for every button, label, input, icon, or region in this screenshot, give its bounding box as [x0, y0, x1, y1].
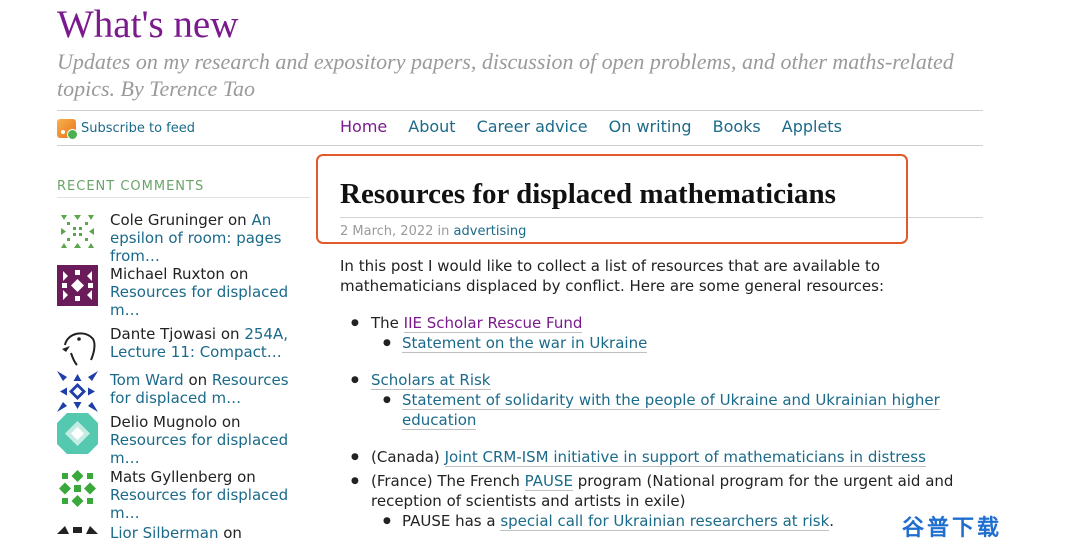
main-nav: Home About Career advice On writing Book… [340, 117, 842, 136]
list-item: The IIE Scholar Rescue Fund Statement on… [340, 313, 990, 353]
comment-on-label: on [237, 468, 256, 486]
list-item-text: . [829, 512, 835, 530]
nav-books[interactable]: Books [713, 117, 761, 136]
list-item-text: The [371, 314, 404, 332]
iie-statement-link[interactable]: Statement on the war in Ukraine [402, 334, 648, 353]
nav-applets[interactable]: Applets [782, 117, 842, 136]
list-item: (France) The French PAUSE program (Natio… [340, 471, 990, 531]
iie-scholar-rescue-link[interactable]: IIE Scholar Rescue Fund [403, 314, 583, 333]
comment-text: Tom Ward on Resources for displaced m… [110, 371, 310, 413]
watermark-logo: 谷普下载 [902, 516, 1003, 541]
site-tagline: Updates on my research and expository pa… [57, 49, 954, 101]
list-item: PAUSE has a special call for Ukrainian r… [371, 511, 990, 531]
comment-on-label: on [229, 265, 249, 283]
comment-text: Delio Mugnolo on Resources for displaced… [110, 413, 310, 468]
comment-author: Mats Gyllenberg [110, 468, 233, 486]
comment-post-link[interactable]: Resources for displaced m… [110, 431, 288, 467]
comment-on-label: on [228, 211, 247, 229]
identicon-avatar[interactable] [57, 371, 98, 412]
identicon-avatar[interactable] [57, 211, 98, 252]
identicon-avatar[interactable] [57, 413, 98, 454]
comment-text: Cole Gruninger on An epsilon of room: pa… [110, 211, 310, 265]
comment-text: Michael Ruxton on Resources for displace… [110, 265, 310, 325]
pause-link[interactable]: PAUSE [524, 472, 573, 491]
crm-ism-link[interactable]: Joint CRM-ISM initiative in support of m… [444, 448, 926, 467]
comment-item: Tom Ward on Resources for displaced m… [57, 371, 312, 413]
list-item: Statement of solidarity with the people … [371, 390, 990, 430]
comment-author: Michael Ruxton [110, 265, 225, 283]
post-intro: In this post I would like to collect a l… [340, 257, 884, 295]
list-item-text: PAUSE has a [402, 512, 501, 530]
comment-item: Dante Tjowasi on 254A, Lecture 11: Compa… [57, 325, 312, 371]
sar-statement-link[interactable]: Statement of solidarity with the people … [402, 391, 940, 430]
comment-item: Lior Silberman on [57, 524, 312, 548]
comment-author-link[interactable]: Tom Ward [110, 371, 184, 389]
nav-divider [57, 145, 983, 146]
list-item: Scholars at Risk Statement of solidarity… [340, 370, 990, 430]
resource-list: The IIE Scholar Rescue Fund Statement on… [340, 313, 990, 531]
rss-feed-icon [57, 119, 78, 140]
nav-on-writing[interactable]: On writing [609, 117, 692, 136]
comment-author: Cole Gruninger [110, 211, 224, 229]
comment-author-link[interactable]: Lior Silberman [110, 524, 218, 542]
comment-on-label: on [221, 413, 241, 431]
recent-comments-divider [57, 197, 310, 198]
comment-on-label: on [188, 371, 208, 389]
penguin-avatar[interactable] [57, 325, 98, 366]
comment-text: Mats Gyllenberg on Resources for displac… [110, 468, 310, 524]
nav-home[interactable]: Home [340, 117, 387, 136]
nav-career-advice[interactable]: Career advice [477, 117, 588, 136]
identicon-avatar[interactable] [57, 468, 98, 509]
site-title[interactable]: What's new [57, 2, 238, 47]
identicon-avatar[interactable] [57, 265, 98, 306]
comment-text: Dante Tjowasi on 254A, Lecture 11: Compa… [110, 325, 310, 371]
comment-on-label: on [220, 325, 240, 343]
comment-item: Delio Mugnolo on Resources for displaced… [57, 413, 312, 468]
list-item: Statement on the war in Ukraine [371, 333, 990, 353]
pause-special-call-link[interactable]: special call for Ukrainian researchers a… [500, 512, 830, 531]
post-content: In this post I would like to collect a l… [340, 256, 990, 548]
comment-item: Mats Gyllenberg on Resources for displac… [57, 468, 312, 524]
comment-post-link[interactable]: Resources for displaced m… [110, 486, 288, 522]
comment-post-link[interactable]: Resources for displaced m… [110, 283, 288, 319]
subscribe-feed-label: Subscribe to feed [81, 121, 196, 136]
comment-text: Lior Silberman on [110, 524, 310, 548]
comment-author: Dante Tjowasi [110, 325, 217, 343]
comment-on-label: on [223, 524, 242, 542]
header-divider [57, 110, 983, 111]
recent-comments-list: Cole Gruninger on An epsilon of room: pa… [57, 211, 312, 548]
list-item-text: (Canada) [371, 448, 445, 466]
recent-comments-heading: RECENT COMMENTS [57, 179, 205, 194]
list-item: (Canada) Joint CRM-ISM initiative in sup… [340, 447, 990, 467]
identicon-avatar[interactable] [57, 524, 98, 548]
nav-about[interactable]: About [408, 117, 455, 136]
subscribe-feed-link[interactable]: Subscribe to feed [57, 119, 196, 140]
comment-author: Delio Mugnolo [110, 413, 218, 431]
title-highlight-box [316, 154, 908, 244]
comment-item: Michael Ruxton on Resources for displace… [57, 265, 312, 325]
list-item-text: (France) The French [371, 472, 525, 490]
scholars-at-risk-link[interactable]: Scholars at Risk [371, 371, 491, 390]
comment-item: Cole Gruninger on An epsilon of room: pa… [57, 211, 312, 265]
